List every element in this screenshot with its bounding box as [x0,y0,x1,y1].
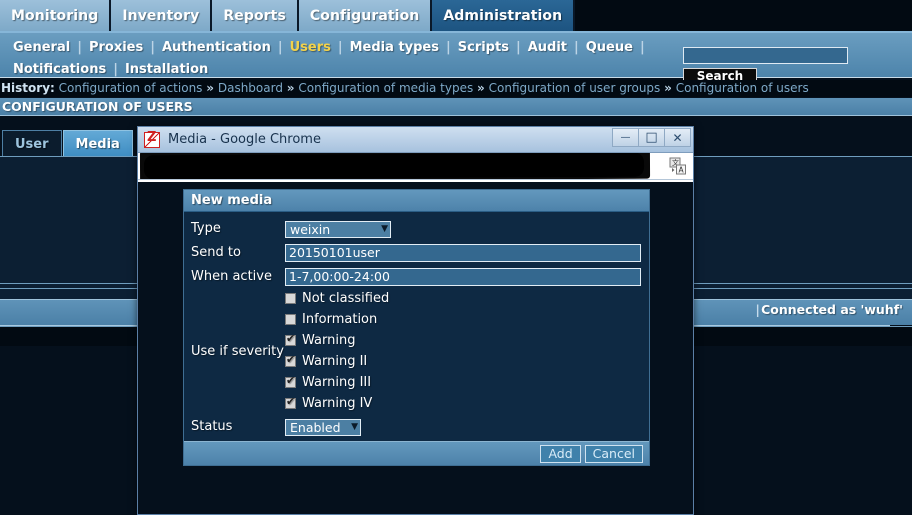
add-button[interactable]: Add [540,444,581,463]
subnav-item-general[interactable]: General [6,40,77,55]
severity-item-warning-iv[interactable]: Warning IV [285,393,649,414]
type-select-value: weixin [290,221,331,237]
main-nav-tab-administration[interactable]: Administration [432,0,576,31]
severity-checkbox-warning[interactable] [285,333,296,346]
subnav-item-installation[interactable]: Installation [118,62,215,77]
new-media-form: New media Type weixin ▼ Send to 20150101… [183,189,650,466]
severity-label-warning-iii: Warning III [302,375,372,390]
new-media-form-header: New media [184,190,649,212]
chevron-down-icon: ▼ [351,422,358,432]
severity-item-warning[interactable]: Warning [285,330,649,351]
status-label: Status [191,418,233,434]
maximize-icon [639,131,664,145]
subnav-item-proxies[interactable]: Proxies [82,40,150,55]
use-if-severity-label: Use if severity [191,343,284,359]
subnav-separator: | [639,39,645,55]
severity-label-warning: Warning [302,333,356,348]
chrome-window-title: Media - Google Chrome [168,132,321,147]
send-to-input[interactable] [285,243,641,262]
chevron-down-icon: ▼ [381,224,388,234]
severity-checkbox-warning-ii[interactable] [285,354,296,367]
cancel-button[interactable]: Cancel [584,444,643,463]
type-select[interactable]: weixin ▼ [285,220,391,238]
status-select[interactable]: Enabled ▼ [285,418,361,436]
severity-item-information[interactable]: Information [285,309,649,330]
breadcrumb-item-2[interactable]: Configuration of media types [298,81,473,95]
main-navigation: Monitoring Inventory Reports Configurati… [0,0,912,33]
search-input[interactable] [683,46,848,64]
severity-label-warning-iv: Warning IV [302,396,373,411]
type-control: weixin ▼ [285,219,649,238]
new-media-form-body: Type weixin ▼ Send to When acti [184,212,649,441]
subnav-item-queue[interactable]: Queue [579,40,640,55]
page-title: CONFIGURATION OF USERS [0,98,912,116]
form-row-status: Status Enabled ▼ [184,414,649,438]
main-nav-tab-monitoring[interactable]: Monitoring [0,0,112,31]
subnav-item-authentication[interactable]: Authentication [155,40,278,55]
breadcrumb-item-1[interactable]: Dashboard [218,81,283,95]
form-row-severity: Use if severity Not classified Informati… [184,288,649,414]
severity-item-not-classified[interactable]: Not classified [285,288,649,309]
breadcrumb-item-4[interactable]: Configuration of users [676,81,809,95]
main-nav-tab-reports[interactable]: Reports [212,0,299,31]
subnav-item-users[interactable]: Users [283,40,338,55]
severity-checkbox-list: Not classified Information Warning [285,288,649,414]
breadcrumb-separator: » [286,81,295,95]
severity-item-warning-ii[interactable]: Warning II [285,351,649,372]
chrome-address-bar[interactable]: 文 A [138,153,693,180]
form-row-send-to: Send to [184,240,649,264]
new-media-form-footer: Add Cancel [184,441,649,465]
breadcrumb-item-0[interactable]: Configuration of actions [59,81,203,95]
form-tab-media[interactable]: Media [62,130,133,157]
when-active-control [285,266,649,286]
window-controls [612,128,691,147]
status-control: Enabled ▼ [285,417,649,436]
main-nav-tab-inventory[interactable]: Inventory [111,0,213,31]
maximize-button[interactable] [638,128,665,147]
severity-label-information: Information [302,312,378,327]
connected-as-label: Connected as 'wuhf' [761,302,903,317]
severity-label-warning-ii: Warning II [302,354,368,369]
url-redaction-overlay [139,153,651,179]
severity-label-not-classified: Not classified [302,291,390,306]
minimize-button[interactable] [612,128,639,147]
minimize-icon [613,131,638,146]
breadcrumb: History: Configuration of actions » Dash… [0,80,912,97]
form-row-when-active: When active [184,264,649,288]
close-icon [665,131,690,146]
type-label: Type [191,220,221,236]
send-to-control [285,242,649,262]
search-container [683,44,848,64]
subnav-item-audit[interactable]: Audit [521,40,574,55]
subnav-item-media-types[interactable]: Media types [343,40,446,55]
footer-separator: | [755,302,760,317]
when-active-input[interactable] [285,267,641,286]
when-active-label: When active [191,268,272,284]
status-select-value: Enabled [290,419,341,435]
chrome-page-body: New media Type weixin ▼ Send to 20150101… [138,182,693,514]
chrome-title-bar[interactable]: Media - Google Chrome [138,127,693,153]
form-tab-user[interactable]: User [2,130,62,157]
main-nav-tab-configuration[interactable]: Configuration [298,0,433,31]
severity-checkbox-warning-iii[interactable] [285,375,296,388]
breadcrumb-separator: » [477,81,485,95]
svg-text:A: A [679,166,685,175]
severity-item-warning-iii[interactable]: Warning III [285,372,649,393]
subnav-item-notifications[interactable]: Notifications [6,62,113,77]
severity-checkbox-warning-iv[interactable] [285,396,296,409]
zabbix-favicon-icon [144,130,160,148]
subnav-item-scripts[interactable]: Scripts [451,40,516,55]
breadcrumb-item-3[interactable]: Configuration of user groups [489,81,661,95]
form-row-type: Type weixin ▼ [184,216,649,240]
translate-icon[interactable]: 文 A [669,157,687,175]
chrome-popup-window: Media - Google Chrome 文 A New media Type [137,126,694,515]
breadcrumb-separator: » [664,81,672,95]
send-to-label: Send to [191,244,241,260]
severity-checkbox-not-classified[interactable] [285,293,296,304]
severity-checkbox-information[interactable] [285,314,296,325]
form-tabs: User Media [2,129,134,157]
breadcrumb-separator: » [206,81,215,95]
breadcrumb-label: History: [1,81,55,95]
close-button[interactable] [664,128,691,147]
